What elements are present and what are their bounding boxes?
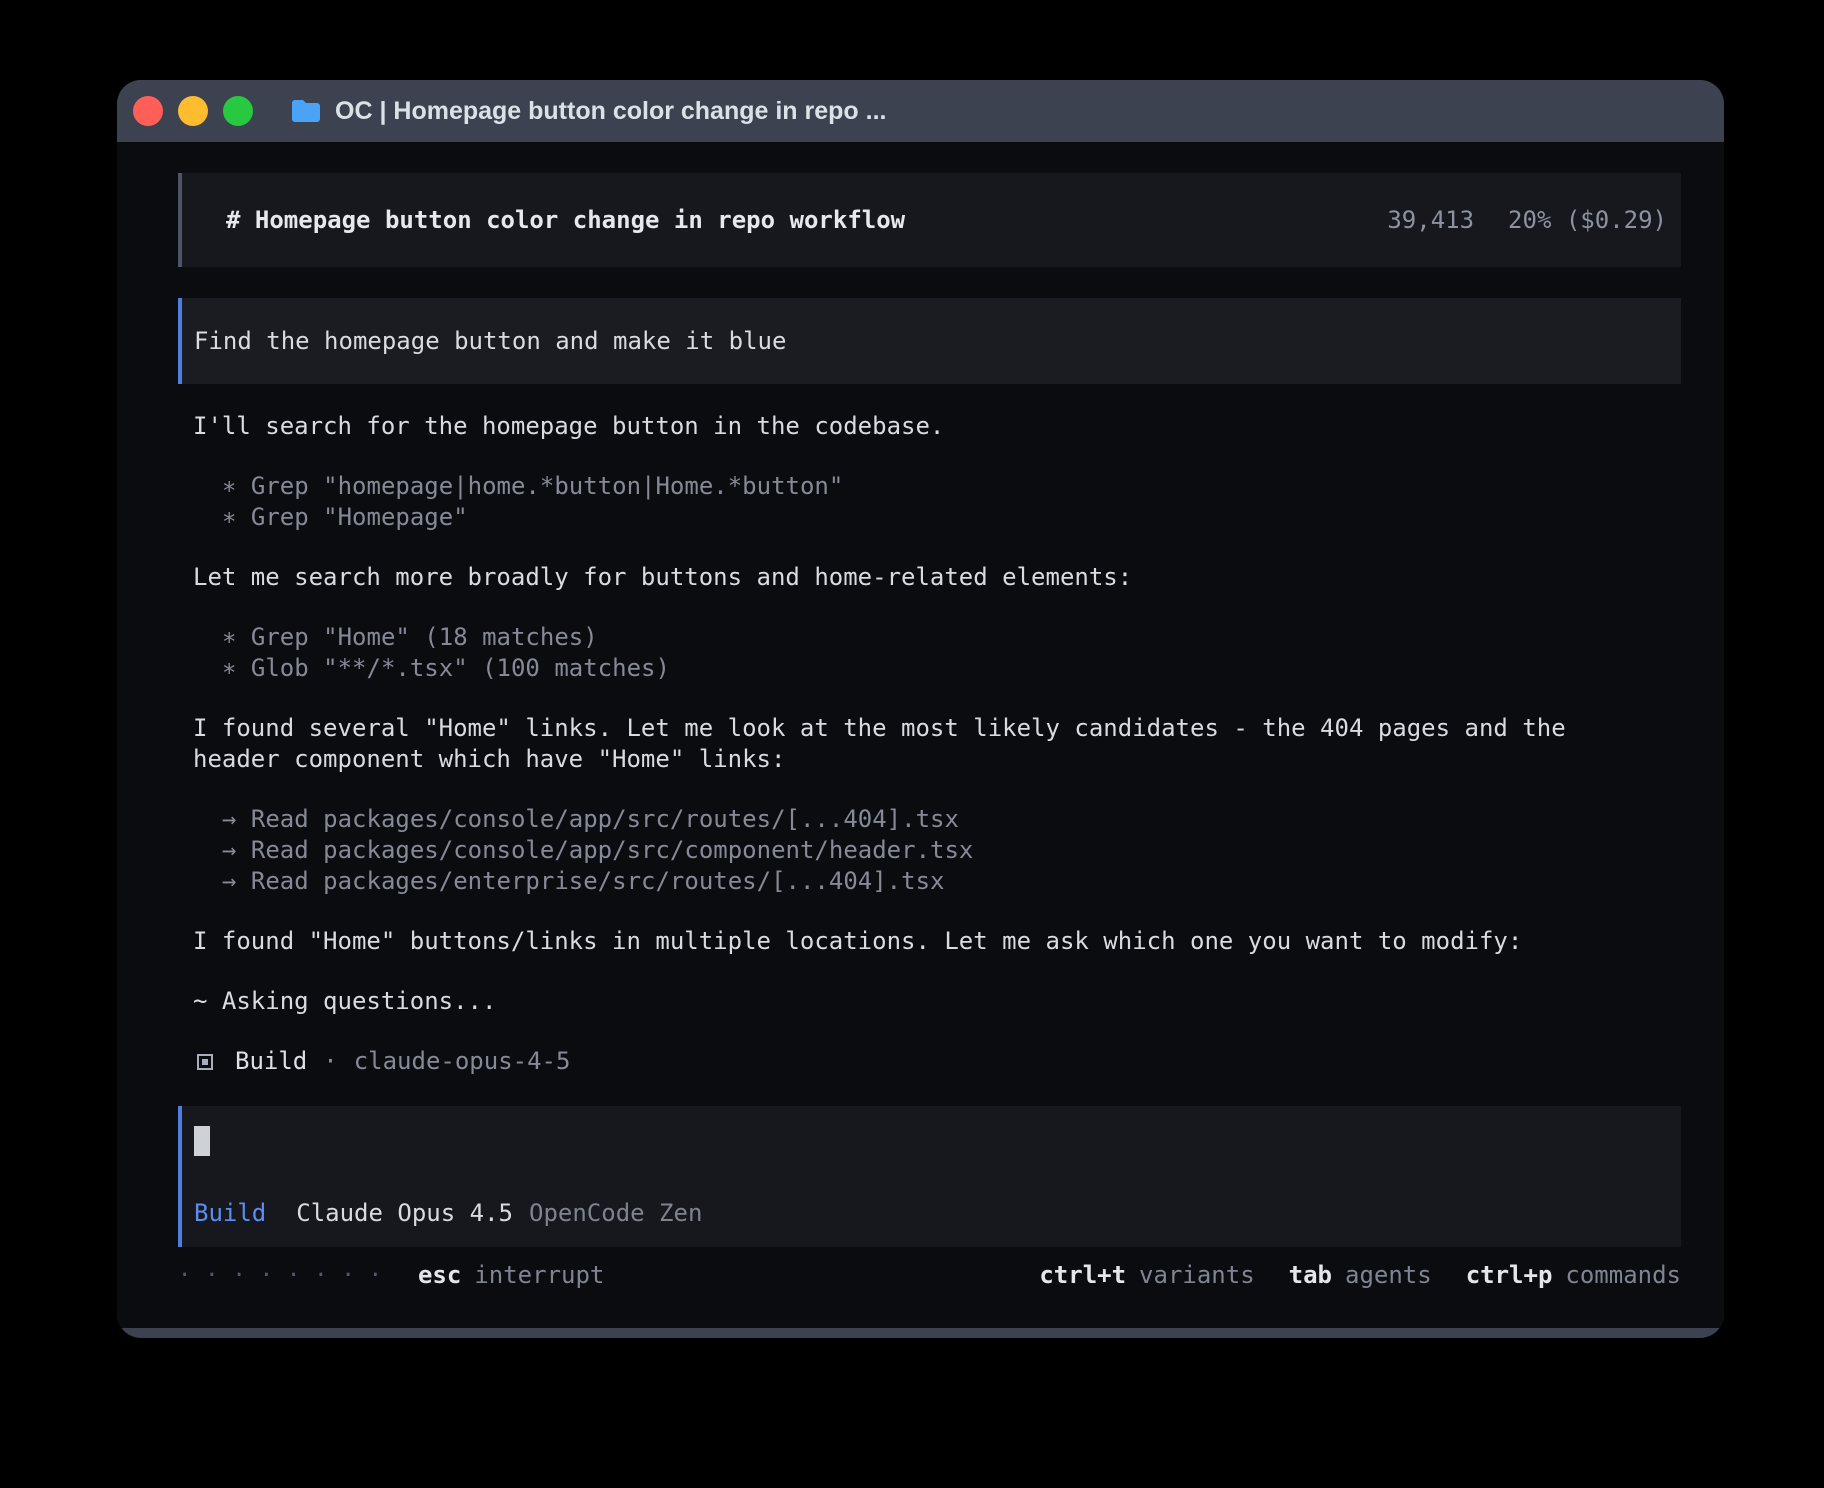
- assistant-message: I'll search for the homepage button in t…: [193, 411, 1681, 442]
- tool-call-line: ∗ Grep "Home" (18 matches): [222, 622, 1681, 653]
- session-header: # Homepage button color change in repo w…: [178, 173, 1681, 267]
- tool-call-line: ∗ Grep "Homepage": [222, 502, 1681, 533]
- assistant-status: ~ Asking questions...: [193, 986, 1681, 1017]
- prompt-input[interactable]: Build Claude Opus 4.5 OpenCode Zen: [178, 1106, 1681, 1247]
- window-titlebar[interactable]: OC | Homepage button color change in rep…: [117, 80, 1724, 142]
- session-stats: 39,413 20% ($0.29): [1387, 205, 1667, 236]
- transcript: I'll search for the homepage button in t…: [178, 411, 1681, 1077]
- mode-label: Build: [194, 1198, 266, 1229]
- esc-key: esc: [418, 1260, 461, 1291]
- agent-separator: ·: [323, 1046, 337, 1077]
- assistant-message: I found "Home" buttons/links in multiple…: [193, 926, 1681, 957]
- provider-label: OpenCode Zen: [529, 1198, 702, 1229]
- assistant-message: Let me search more broadly for buttons a…: [193, 562, 1681, 593]
- terminal-window: OC | Homepage button color change in rep…: [117, 80, 1724, 1338]
- session-title: # Homepage button color change in repo w…: [226, 205, 905, 236]
- terminal-content: # Homepage button color change in repo w…: [117, 142, 1724, 1328]
- zoom-button[interactable]: [223, 96, 253, 126]
- assistant-message: I found several "Home" links. Let me loo…: [193, 713, 1681, 775]
- user-message: Find the homepage button and make it blu…: [178, 298, 1681, 384]
- tool-call-line: → Read packages/enterprise/src/routes/[.…: [222, 866, 1681, 897]
- shortcut-hints: ctrl+t variants tab agents ctrl+p comman…: [1039, 1260, 1681, 1291]
- tool-call-line: → Read packages/console/app/src/componen…: [222, 835, 1681, 866]
- close-button[interactable]: [133, 96, 163, 126]
- tool-call-group: ∗ Grep "Home" (18 matches) ∗ Glob "**/*.…: [193, 622, 1681, 684]
- square-dot-icon: [197, 1054, 213, 1070]
- user-message-text: Find the homepage button and make it blu…: [194, 326, 786, 357]
- agent-name: Build: [235, 1046, 307, 1077]
- tool-call-line: ∗ Grep "homepage|home.*button|Home.*butt…: [222, 471, 1681, 502]
- esc-shortcut: esc interrupt: [418, 1260, 604, 1291]
- shortcut-variants: ctrl+t variants: [1039, 1260, 1254, 1291]
- minimize-button[interactable]: [178, 96, 208, 126]
- input-meta: Build Claude Opus 4.5 OpenCode Zen: [194, 1198, 1681, 1229]
- agent-model: claude-opus-4-5: [354, 1046, 571, 1077]
- tool-call-line: ∗ Glob "**/*.tsx" (100 matches): [222, 653, 1681, 684]
- shortcut-agents: tab agents: [1289, 1260, 1432, 1291]
- model-label: Claude Opus 4.5: [296, 1198, 513, 1229]
- esc-label: interrupt: [474, 1260, 604, 1291]
- text-cursor: [194, 1126, 210, 1156]
- spinner-dots: ········: [178, 1260, 396, 1291]
- tool-call-group: → Read packages/console/app/src/routes/[…: [193, 804, 1681, 897]
- traffic-lights: [133, 96, 253, 126]
- token-count: 39,413: [1387, 205, 1474, 236]
- tool-call-group: ∗ Grep "homepage|home.*button|Home.*butt…: [193, 471, 1681, 533]
- agent-status-line: Build · claude-opus-4-5: [193, 1046, 1681, 1077]
- folder-icon: [291, 99, 321, 123]
- window-title: OC | Homepage button color change in rep…: [335, 97, 886, 126]
- context-cost: 20% ($0.29): [1508, 205, 1667, 236]
- tool-call-line: → Read packages/console/app/src/routes/[…: [222, 804, 1681, 835]
- status-bar: ········ esc interrupt ctrl+t variants t…: [178, 1260, 1681, 1291]
- shortcut-commands: ctrl+p commands: [1466, 1260, 1681, 1291]
